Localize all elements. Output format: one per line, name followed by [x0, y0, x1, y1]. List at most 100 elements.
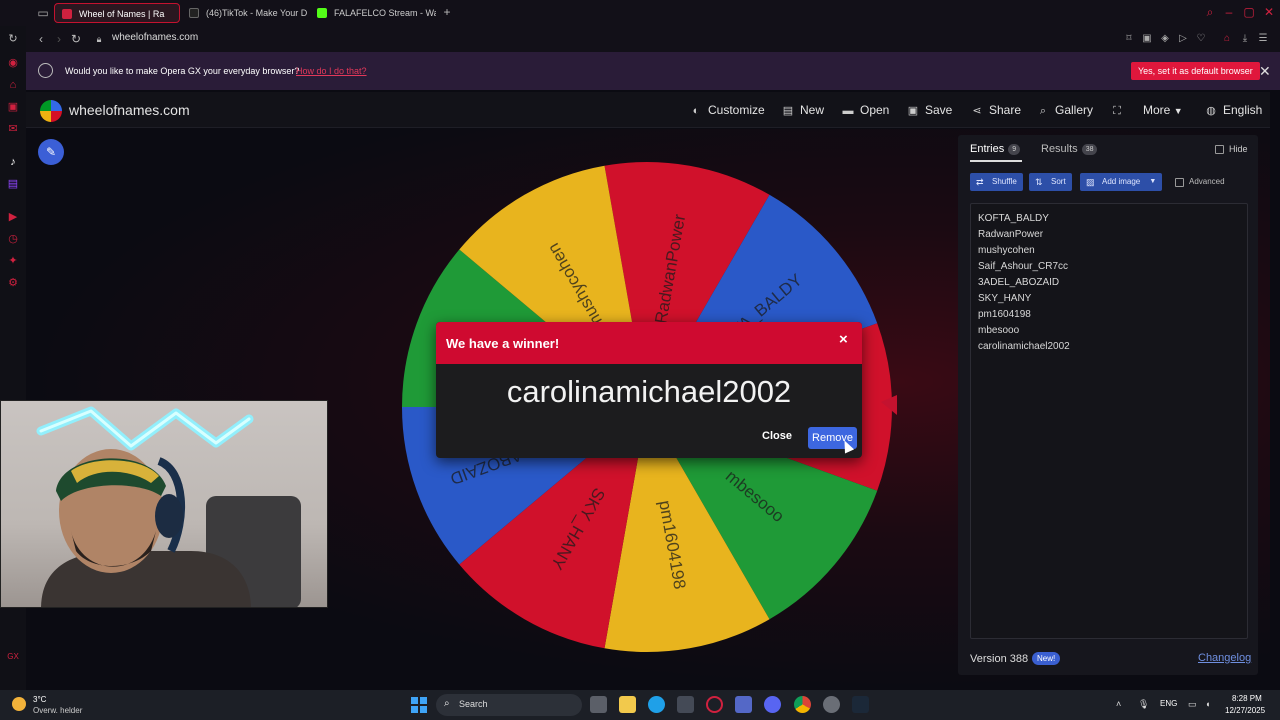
bookmark-icon[interactable]: ⌑: [1123, 33, 1135, 45]
discord-icon[interactable]: [764, 696, 781, 713]
app-icon[interactable]: [735, 696, 752, 713]
edge-icon[interactable]: [648, 696, 665, 713]
reload-icon[interactable]: ↻: [69, 32, 83, 46]
list-item: RadwanPower: [978, 229, 1044, 240]
back-icon[interactable]: ‹: [34, 32, 48, 46]
chevron-up-icon[interactable]: ˄: [1116, 699, 1121, 709]
close-icon[interactable]: ✕: [1259, 63, 1271, 80]
close-button[interactable]: Close: [762, 430, 792, 442]
more-button[interactable]: More ▼: [1143, 103, 1183, 117]
speaker-icon[interactable]: ◖: [1205, 699, 1210, 709]
snapshot-icon[interactable]: ▣: [1141, 33, 1153, 45]
language-indicator[interactable]: ENG: [1160, 699, 1177, 708]
chevron-down-icon: ▼: [1173, 106, 1183, 116]
tab-menu-icon[interactable]: ▭: [36, 6, 50, 20]
maximize-icon[interactable]: ▢: [1242, 5, 1256, 19]
download-icon[interactable]: ⤓: [1239, 33, 1251, 45]
weather-icon[interactable]: [12, 697, 26, 711]
microphone-icon[interactable]: 🎙︎: [1138, 699, 1149, 710]
list-item: mbesooo: [978, 325, 1020, 336]
store-icon[interactable]: [677, 696, 694, 713]
winner-name: carolinamichael2002: [506, 374, 792, 409]
language-label: English: [1223, 103, 1263, 117]
banner-text: Would you like to make Opera GX your eve…: [65, 66, 300, 76]
weather-desc[interactable]: Overw. helder: [33, 706, 82, 715]
open-button[interactable]: ▬ Open: [842, 103, 890, 117]
tab-falafelco[interactable]: FALAFELCO Stream - Wa: [310, 3, 436, 23]
cleaner-icon[interactable]: ⌂: [6, 78, 20, 92]
save-icon: ▣: [907, 105, 919, 117]
chevron-down-icon: ▼: [1149, 178, 1157, 185]
save-button[interactable]: ▣ Save: [907, 103, 953, 117]
banner-help-link[interactable]: How do I do that?: [296, 66, 367, 76]
easy-setup-icon[interactable]: ☰: [1257, 33, 1269, 45]
player-toolbar-icon[interactable]: ▷: [1177, 33, 1189, 45]
network-icon[interactable]: ▭: [1188, 699, 1197, 710]
gallery-button[interactable]: ⌕ Gallery: [1037, 103, 1093, 118]
tab-entries[interactable]: Entries 9: [970, 143, 1021, 155]
twitch-icon[interactable]: ▤: [6, 177, 20, 191]
history-icon[interactable]: ◷: [6, 232, 20, 246]
pencil-icon[interactable]: ✎: [38, 139, 64, 165]
gx-control-icon[interactable]: ◉: [6, 56, 20, 70]
player-icon[interactable]: ▶: [6, 210, 20, 224]
url-field[interactable]: wheelofnames.com: [112, 32, 198, 43]
version-label: Version 388: [970, 653, 1029, 665]
plus-icon[interactable]: +: [440, 5, 454, 19]
obs-icon[interactable]: [823, 696, 840, 713]
task-view-icon[interactable]: [590, 696, 607, 713]
wallet-icon[interactable]: ⌂: [1221, 33, 1233, 45]
advanced-checkbox[interactable]: [1175, 178, 1184, 187]
hide-checkbox[interactable]: [1215, 145, 1224, 154]
steam-icon[interactable]: [852, 696, 869, 713]
language-button[interactable]: ◍ English: [1205, 103, 1262, 117]
weather-temp[interactable]: 3°C: [33, 695, 46, 704]
close-icon[interactable]: ×: [839, 331, 848, 348]
fullscreen-button[interactable]: ⛶: [1111, 103, 1129, 118]
close-window-icon[interactable]: ✕: [1262, 5, 1276, 19]
shuffle-button[interactable]: ⇄ Shuffle: [970, 173, 1023, 191]
extensions-icon[interactable]: ✦: [6, 254, 20, 268]
wheel-logo-icon[interactable]: [40, 100, 62, 122]
messenger-icon[interactable]: ▣: [6, 100, 20, 114]
forward-icon[interactable]: ›: [52, 32, 66, 46]
results-count-badge: 38: [1081, 144, 1098, 155]
gx-icon[interactable]: GX: [6, 650, 20, 664]
chrome-icon[interactable]: [794, 696, 811, 713]
add-image-label: Add image: [1102, 177, 1141, 186]
windows-start-icon[interactable]: [411, 697, 427, 713]
refresh-icon[interactable]: ↻: [6, 32, 20, 46]
tab-wheel-of-names[interactable]: Wheel of Names | Ra: [54, 3, 180, 23]
set-default-button[interactable]: Yes, set it as default browser: [1131, 62, 1260, 80]
mail-icon[interactable]: ✉: [6, 122, 20, 136]
settings-icon[interactable]: ⚙: [6, 276, 20, 290]
customize-button[interactable]: ◐ Customize: [690, 103, 765, 117]
search-icon: ⌕: [1039, 105, 1047, 117]
add-image-button[interactable]: ▨ Add image ▼: [1080, 173, 1163, 191]
minimize-icon[interactable]: –: [1222, 5, 1236, 19]
list-item: KOFTA_BALDY: [978, 213, 1049, 224]
new-button[interactable]: ▤ New: [782, 103, 824, 117]
lock-icon: 🔒︎: [96, 34, 102, 44]
clock-time[interactable]: 8:28 PM: [1232, 694, 1262, 703]
file-explorer-icon[interactable]: [619, 696, 636, 713]
tab-results[interactable]: Results 38: [1041, 143, 1098, 155]
sort-button[interactable]: ⇅ Sort: [1029, 173, 1072, 191]
file-icon: ▤: [782, 105, 794, 117]
opera-gx-icon[interactable]: [706, 696, 723, 713]
dialog-title: We have a winner!: [446, 336, 560, 351]
clock-date[interactable]: 12/27/2025: [1225, 706, 1265, 715]
list-item: SKY_HANY: [978, 293, 1032, 304]
search-tabs-icon[interactable]: ⌕: [1203, 5, 1217, 19]
heart-icon[interactable]: ♡: [1195, 33, 1207, 45]
vpn-icon[interactable]: ◈: [1159, 33, 1171, 45]
taskbar-search[interactable]: ⌕ Search: [436, 694, 582, 716]
list-item: 3ADEL_ABOZAID: [978, 277, 1060, 288]
share-button[interactable]: ⋖ Share: [971, 103, 1021, 117]
tab-tiktok[interactable]: (46)TikTok - Make Your D: [182, 3, 308, 23]
tiktok-icon[interactable]: ♪: [6, 155, 20, 169]
changelog-link[interactable]: Changelog: [1198, 652, 1251, 664]
site-name[interactable]: wheelofnames.com: [69, 102, 190, 118]
default-browser-banner: Would you like to make Opera GX your eve…: [26, 52, 1280, 90]
entries-textarea[interactable]: KOFTA_BALDY RadwanPower mushycohen Saif_…: [970, 203, 1248, 639]
